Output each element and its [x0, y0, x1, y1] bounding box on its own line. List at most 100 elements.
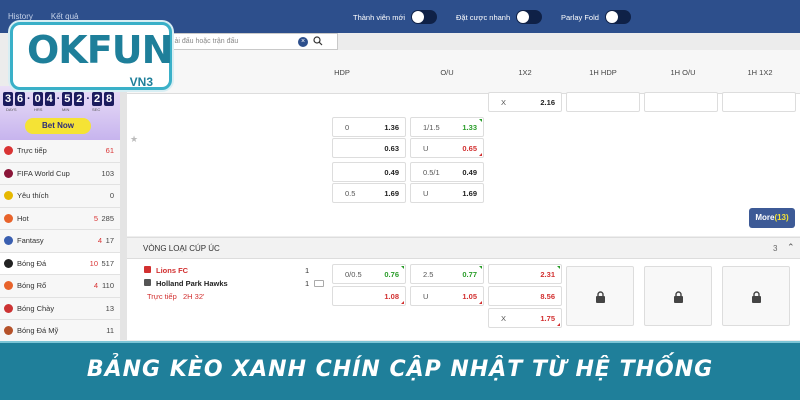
odds-value: 0.49: [384, 168, 399, 177]
odds-value: 0.63: [384, 144, 399, 153]
sidebar-item[interactable]: Trực tiếp 61: [0, 140, 120, 163]
odds-hdp-home[interactable]: 0/0.5 0.76: [332, 264, 406, 284]
odds-x[interactable]: X 1.75: [488, 308, 562, 328]
caption-banner: BẢNG KÈO XANH CHÍN CẬP NHẬT TỪ HỆ THỐNG: [0, 341, 800, 400]
toggle-parlay-fold[interactable]: Parlay Fold: [561, 10, 631, 24]
sport-icon: [4, 326, 13, 336]
odds-up-icon: [479, 119, 482, 122]
odds-value: 0.49: [462, 168, 477, 177]
countdown-digit: 5: [62, 92, 73, 106]
league-header[interactable]: VÒNG LOẠI CÚP ÚC 3 ⌃: [127, 237, 800, 259]
countdown-separator: ·: [56, 93, 61, 105]
odds-line: U: [423, 292, 429, 301]
tab-label: History: [8, 12, 33, 21]
odds-hdp-away[interactable]: 0.5 1.69: [332, 183, 406, 203]
sport-icon: [4, 303, 13, 313]
sidebar-count: 0: [109, 191, 114, 201]
odds-value: 2.16: [540, 98, 555, 107]
odds-hdp-home[interactable]: 0 1.36: [332, 117, 406, 137]
odds-ou-over[interactable]: 1/1.5 1.33: [410, 117, 484, 137]
more-label: More: [755, 213, 775, 222]
countdown-digit: 8: [104, 92, 115, 106]
odds-line: 1/1.5: [423, 123, 440, 132]
sidebar-item[interactable]: Bóng Rổ 4 110: [0, 275, 120, 298]
toggle-switch[interactable]: [604, 10, 631, 24]
lock-icon: [674, 291, 683, 303]
tab-results[interactable]: Kết quả: [51, 12, 79, 21]
sidebar-count: 11: [106, 326, 114, 336]
odds-ou-under[interactable]: U 1.69: [410, 183, 484, 203]
sidebar-count: 17: [105, 236, 114, 246]
toggle-switch[interactable]: [516, 10, 543, 24]
odds-table: HDP O/U 1X2 1H HDP 1H O/U 1H 1X2 ★ X 2.16…: [127, 50, 800, 340]
bet-now-button[interactable]: Bet Now: [25, 118, 91, 134]
sidebar-item-label: Trực tiếp: [17, 146, 47, 156]
scrollbar[interactable]: [120, 50, 127, 340]
home-team[interactable]: Lions FC: [156, 266, 188, 275]
sidebar-item[interactable]: Hot 5 285: [0, 207, 120, 230]
odds-value: 1.05: [462, 292, 477, 301]
odds-value: 2.31: [540, 270, 555, 279]
sidebar-count: 103: [101, 168, 114, 178]
sidebar-item[interactable]: Fantasy 4 17: [0, 230, 120, 253]
away-score: 1: [305, 279, 310, 288]
league-count: 3: [773, 244, 778, 253]
odds-ou-under[interactable]: U 1.05: [410, 286, 484, 306]
sport-icon: [4, 191, 13, 201]
toggle-switch[interactable]: [411, 10, 438, 24]
clear-icon[interactable]: ×: [298, 37, 308, 47]
away-team[interactable]: Holland Park Hawks: [156, 279, 228, 288]
tv-icon[interactable]: [314, 280, 324, 287]
odds-ou-over[interactable]: 2.5 0.77: [410, 264, 484, 284]
odds-label: X: [501, 98, 507, 107]
sidebar-count: 61: [105, 146, 114, 156]
countdown-digit: 0: [32, 92, 43, 106]
chevron-up-icon[interactable]: ⌃: [787, 242, 795, 253]
locked-market: [722, 266, 790, 326]
odds-hdp-away[interactable]: 0.63: [332, 138, 406, 158]
sport-icon: [4, 168, 13, 178]
more-button[interactable]: More(13): [749, 208, 795, 228]
live-status: Trực tiếp: [147, 292, 177, 301]
countdown-digit: 4: [44, 92, 55, 106]
promo-countdown: 3 6 · 0 4 · 5 2 · 2 8 DAYS HRS MIN SEC B…: [0, 86, 120, 140]
odds-label: X: [501, 314, 507, 323]
odds-up-icon: [401, 266, 404, 269]
favorite-star-icon[interactable]: ★: [130, 134, 138, 145]
sidebar-item[interactable]: Yêu thích 0: [0, 185, 120, 208]
odds-hdp-away[interactable]: 1.08: [332, 286, 406, 306]
odds-empty: [722, 92, 796, 112]
sidebar-item[interactable]: Bóng Đá 10 517: [0, 252, 120, 275]
odds-down-icon: [479, 301, 482, 304]
odds-value: 0.77: [462, 270, 477, 279]
sidebar-count: 285: [101, 213, 114, 223]
toggle-new-member[interactable]: Thành viên mới: [353, 10, 438, 24]
tab-label: Kết quả: [50, 12, 79, 21]
odds-x[interactable]: X 2.16: [488, 92, 562, 112]
col-hdp: HDP: [334, 68, 350, 77]
team-logo-icon: [144, 266, 151, 273]
odds-value: 1.69: [462, 189, 477, 198]
odds-line: 2.5: [423, 270, 434, 279]
countdown-unit: SEC: [92, 107, 101, 112]
odds-ou-under[interactable]: U 0.65: [410, 138, 484, 158]
toggle-label: Đặt cược nhanh: [456, 12, 511, 22]
odds-2[interactable]: 8.56: [488, 286, 562, 306]
sidebar-item[interactable]: Bóng Chày 13: [0, 297, 120, 320]
toggle-quick-bet[interactable]: Đặt cược nhanh: [456, 10, 543, 24]
countdown-timer: 3 6 · 0 4 · 5 2 · 2 8: [3, 92, 115, 106]
odds-hdp-home[interactable]: 0.49: [332, 162, 406, 182]
sidebar-count: 13: [105, 303, 114, 313]
odds-value: 1.33: [462, 123, 477, 132]
odds-ou-over[interactable]: 0.5/1 0.49: [410, 162, 484, 182]
odds-1[interactable]: 2.31: [488, 264, 562, 284]
odds-line: 0/0.5: [345, 270, 362, 279]
countdown-unit: HRS: [34, 107, 43, 112]
sidebar-item[interactable]: FIFA World Cup 103: [0, 162, 120, 185]
odds-value: 1.36: [384, 123, 399, 132]
search-icon[interactable]: [313, 36, 323, 46]
tab-history[interactable]: History: [8, 12, 33, 21]
countdown-unit: DAYS: [6, 107, 17, 112]
odds-line: U: [423, 189, 429, 198]
sidebar-item[interactable]: Bóng Đá Mỹ 11: [0, 320, 120, 343]
